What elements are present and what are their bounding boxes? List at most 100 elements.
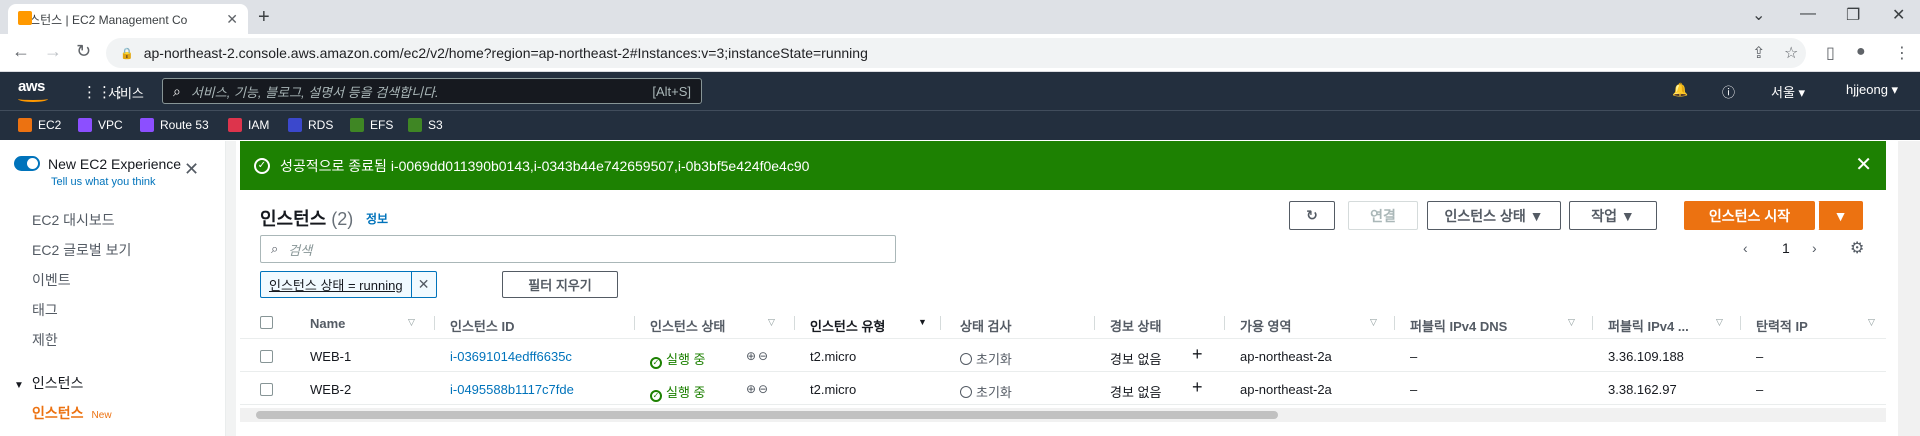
sort-icon[interactable]: ▽ xyxy=(1568,317,1575,328)
instance-state-button[interactable]: 인스턴스 상태 ▼ xyxy=(1427,201,1561,230)
page-number[interactable]: 1 xyxy=(1782,240,1790,256)
next-page-icon[interactable]: › xyxy=(1812,240,1817,256)
sidebar-item-instances[interactable]: 인스턴스 New xyxy=(32,403,112,423)
sidebar-section-instances[interactable]: ▼ 인스턴스 xyxy=(14,373,83,393)
table-horizontal-scrollbar[interactable] xyxy=(240,408,1886,422)
table-header: Name ▽ 인스턴스 ID 인스턴스 상태 ▽ 인스턴스 유형 ▼ 상태 검사… xyxy=(240,307,1886,339)
filter-token-label[interactable]: 인스턴스 상태 = running xyxy=(261,272,412,297)
filter-search-input[interactable]: ⌕ 검색 xyxy=(260,235,896,263)
col-header-name[interactable]: Name xyxy=(310,316,345,331)
favorite-rds[interactable]: RDS xyxy=(288,118,333,132)
browser-tab[interactable]: 인스턴스 | EC2 Management Co ✕ xyxy=(8,4,248,34)
filter-token[interactable]: 인스턴스 상태 = running ✕ xyxy=(260,271,437,298)
sort-icon[interactable]: ▽ xyxy=(1370,317,1377,328)
col-header-public-dns[interactable]: 퍼블릭 IPv4 DNS xyxy=(1410,316,1507,335)
col-header-instance-state[interactable]: 인스턴스 상태 xyxy=(650,316,725,335)
settings-gear-icon[interactable]: ⚙ xyxy=(1850,238,1864,258)
cell-public-ipv4: 3.36.109.188 xyxy=(1608,349,1684,364)
zoom-in-out-icon[interactable]: ⊕⊖ xyxy=(746,382,770,396)
minimize-icon[interactable]: — xyxy=(1800,5,1816,23)
back-icon[interactable]: ← xyxy=(12,41,30,62)
col-header-alarm-status[interactable]: 경보 상태 xyxy=(1110,316,1161,335)
col-header-elastic-ip[interactable]: 탄력적 IP xyxy=(1756,316,1808,335)
help-icon[interactable]: ⓘ xyxy=(1722,82,1735,101)
menu-icon[interactable]: ⋮ xyxy=(1894,43,1910,63)
favorite-iam[interactable]: IAM xyxy=(228,118,269,132)
previous-page-icon[interactable]: ‹ xyxy=(1743,240,1748,256)
connect-button[interactable]: 연결 xyxy=(1348,201,1418,230)
favorite-ec2[interactable]: EC2 xyxy=(18,118,61,132)
sort-icon[interactable]: ▽ xyxy=(768,317,775,328)
remove-filter-icon[interactable]: ✕ xyxy=(412,276,436,293)
address-bar[interactable]: 🔒 ap-northeast-2.console.aws.amazon.com/… xyxy=(106,38,1806,68)
global-search-input[interactable]: ⌕ 서비스, 기능, 블로그, 설명서 등을 검색합니다. [Alt+S] xyxy=(162,78,702,104)
reload-icon[interactable]: ↻ xyxy=(76,41,91,62)
info-link[interactable]: 정보 xyxy=(366,210,388,227)
close-tab-icon[interactable]: ✕ xyxy=(226,11,238,28)
cell-instance-type: t2.micro xyxy=(810,349,857,364)
favorite-s3[interactable]: S3 xyxy=(408,118,443,132)
services-menu[interactable]: 서비스 xyxy=(108,83,144,102)
tab-search-icon[interactable]: ⌄ xyxy=(1752,5,1765,25)
sidebar-item-dashboard[interactable]: EC2 대시보드 xyxy=(32,210,115,230)
forward-icon[interactable]: → xyxy=(44,41,62,62)
profile-icon[interactable]: ● xyxy=(1856,43,1866,61)
sidebar-item-global-view[interactable]: EC2 글로벌 보기 xyxy=(32,240,131,260)
col-header-public-ipv4[interactable]: 퍼블릭 IPv4 ... xyxy=(1608,316,1689,335)
col-header-status-check[interactable]: 상태 검사 xyxy=(960,316,1011,335)
aws-top-nav: aws ⋮⋮⋮ 서비스 ⌕ 서비스, 기능, 블로그, 설명서 등을 검색합니다… xyxy=(0,72,1920,110)
route53-icon xyxy=(140,118,154,132)
share-icon[interactable]: ⇪ xyxy=(1752,43,1765,63)
add-alarm-icon[interactable]: + xyxy=(1192,344,1203,365)
feedback-link[interactable]: Tell us what you think xyxy=(51,176,156,188)
restore-icon[interactable]: ❐ xyxy=(1846,5,1860,25)
sort-icon[interactable]: ▽ xyxy=(1716,317,1723,328)
favorite-route53[interactable]: Route 53 xyxy=(140,118,209,132)
cell-instance-id-link[interactable]: i-0495588b1117c7fde xyxy=(450,382,574,397)
scrollbar-thumb[interactable] xyxy=(256,411,1278,419)
close-sidebar-icon[interactable]: ✕ xyxy=(184,159,199,180)
actions-button[interactable]: 작업 ▼ xyxy=(1569,201,1657,230)
new-tab-icon[interactable]: + xyxy=(258,6,270,29)
refresh-button[interactable]: ↻ xyxy=(1289,201,1335,230)
sort-icon[interactable]: ▽ xyxy=(1868,317,1875,328)
row-checkbox[interactable] xyxy=(260,383,273,396)
table-row[interactable]: WEB-2 i-0495588b1117c7fde ✓ 실행 중 ⊕⊖ t2.mi… xyxy=(240,373,1886,405)
rds-icon xyxy=(288,118,302,132)
page-title: 인스턴스 (2) xyxy=(260,209,354,229)
favorite-vpc[interactable]: VPC xyxy=(78,118,123,132)
dismiss-flash-icon[interactable]: ✕ xyxy=(1855,152,1872,177)
sort-active-icon[interactable]: ▼ xyxy=(918,317,927,327)
side-panel-icon[interactable]: ▯ xyxy=(1826,43,1835,63)
table-row[interactable]: WEB-1 i-03691014edff6635c ✓ 실행 중 ⊕⊖ t2.mi… xyxy=(240,340,1886,372)
sidebar-item-events[interactable]: 이벤트 xyxy=(32,270,71,290)
sidebar-item-tags[interactable]: 태그 xyxy=(32,300,58,320)
favorite-efs[interactable]: EFS xyxy=(350,118,393,132)
select-all-checkbox[interactable] xyxy=(260,316,273,329)
close-window-icon[interactable]: ✕ xyxy=(1892,5,1905,25)
sidebar-item-limits[interactable]: 제한 xyxy=(32,330,58,350)
account-menu[interactable]: hjjeong ▾ xyxy=(1846,82,1898,98)
success-flashbar: ✓ 성공적으로 종료됨 i-0069dd011390b0143,i-0343b4… xyxy=(240,141,1886,190)
notifications-bell-icon[interactable]: 🔔 xyxy=(1672,82,1688,98)
add-alarm-icon[interactable]: + xyxy=(1192,377,1203,398)
pending-clock-icon xyxy=(960,386,972,398)
page-scrollbar[interactable] xyxy=(1898,141,1920,436)
sort-icon[interactable]: ▽ xyxy=(408,317,415,328)
cell-instance-id-link[interactable]: i-03691014edff6635c xyxy=(450,349,572,364)
region-selector[interactable]: 서울 ▾ xyxy=(1771,82,1805,101)
col-header-instance-id[interactable]: 인스턴스 ID xyxy=(450,316,514,335)
launch-instances-button[interactable]: 인스턴스 시작 xyxy=(1684,201,1815,230)
aws-favicon-icon xyxy=(18,11,32,25)
bookmark-star-icon[interactable]: ☆ xyxy=(1784,43,1798,63)
success-check-icon: ✓ xyxy=(254,157,270,174)
zoom-in-out-icon[interactable]: ⊕⊖ xyxy=(746,349,770,363)
aws-logo[interactable]: aws xyxy=(18,78,48,102)
col-header-instance-type[interactable]: 인스턴스 유형 xyxy=(810,316,885,335)
launch-dropdown-button[interactable]: ▼ xyxy=(1818,201,1863,230)
row-checkbox[interactable] xyxy=(260,350,273,363)
col-header-availability-zone[interactable]: 가용 영역 xyxy=(1240,316,1291,335)
new-experience-toggle[interactable] xyxy=(14,156,40,171)
column-divider xyxy=(1740,316,1741,330)
clear-filters-button[interactable]: 필터 지우기 xyxy=(502,271,618,298)
